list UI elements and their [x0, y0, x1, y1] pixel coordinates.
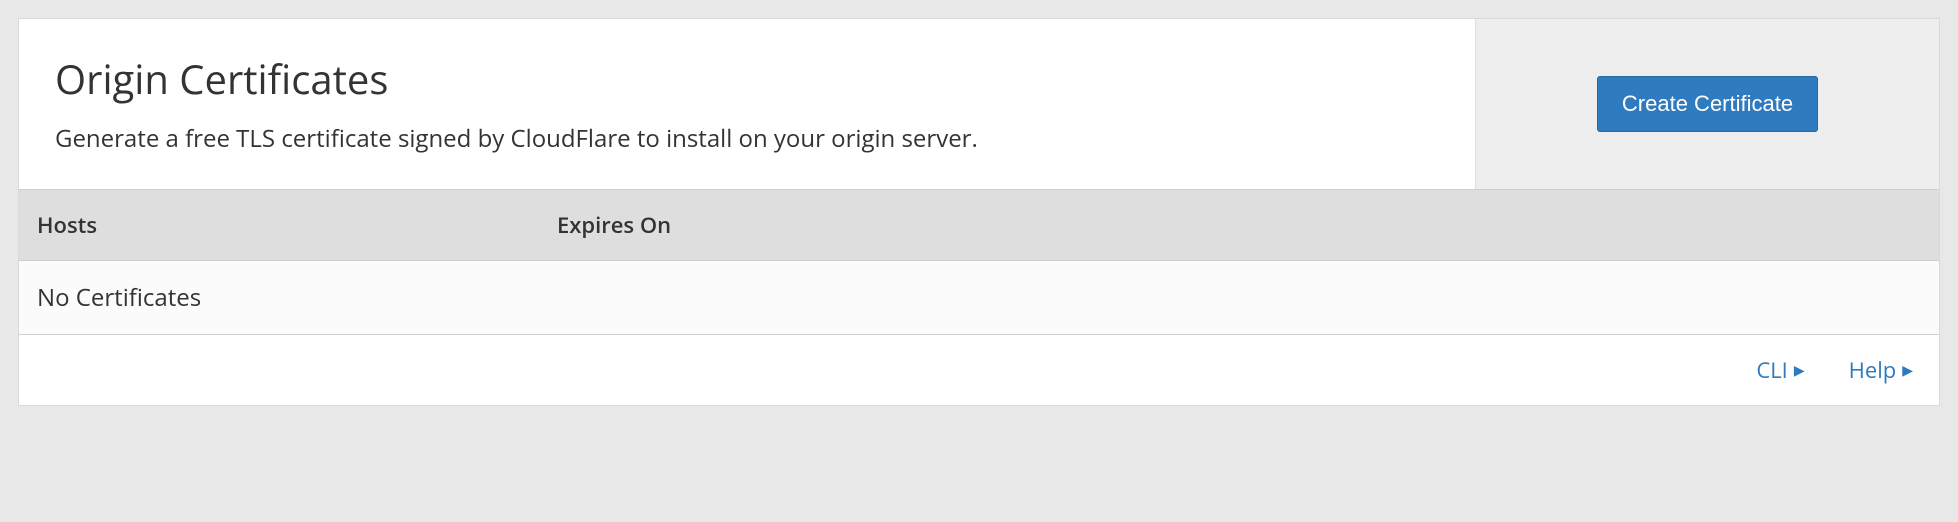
card-header-main: Origin Certificates Generate a free TLS … — [19, 19, 1475, 189]
card-header-action: Create Certificate — [1475, 19, 1939, 189]
table-empty-message: No Certificates — [19, 261, 1939, 334]
column-header-expires-on: Expires On — [539, 190, 1939, 260]
help-link-label: Help — [1849, 355, 1897, 385]
caret-right-icon: ▶ — [1794, 361, 1805, 380]
table-body: No Certificates — [19, 261, 1939, 335]
card-header: Origin Certificates Generate a free TLS … — [19, 19, 1939, 189]
create-certificate-button[interactable]: Create Certificate — [1597, 76, 1818, 132]
cli-link-label: CLI — [1756, 355, 1788, 385]
caret-right-icon: ▶ — [1902, 361, 1913, 380]
card-description: Generate a free TLS certificate signed b… — [55, 122, 1439, 155]
card-footer: CLI ▶ Help ▶ — [19, 335, 1939, 405]
table-header: Hosts Expires On — [19, 189, 1939, 261]
origin-certificates-card: Origin Certificates Generate a free TLS … — [18, 18, 1940, 406]
card-title: Origin Certificates — [55, 51, 1439, 106]
column-header-hosts: Hosts — [19, 190, 539, 260]
cli-link[interactable]: CLI ▶ — [1756, 355, 1804, 385]
help-link[interactable]: Help ▶ — [1849, 355, 1913, 385]
